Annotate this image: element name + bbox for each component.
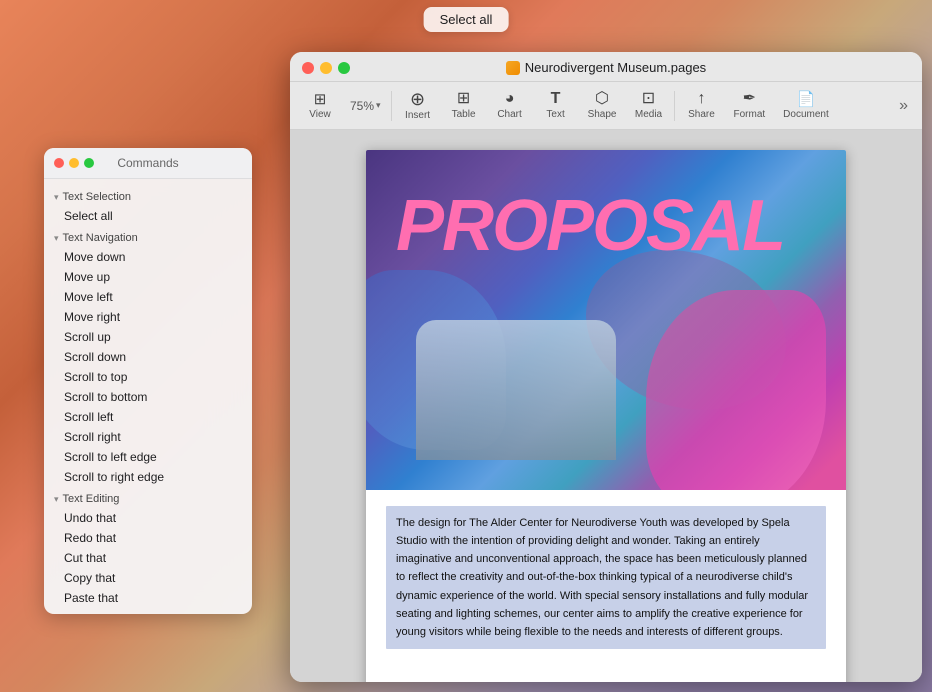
section-text-navigation: ▾ Text Navigation [44,226,252,247]
commands-body: ▾ Text Selection Select all ▾ Text Navig… [44,179,252,614]
toolbar-item-document[interactable]: 📄 Document [775,88,837,124]
maximize-button[interactable] [84,158,94,168]
share-label: Share [688,109,715,120]
window-close-button[interactable] [302,62,314,74]
window-minimize-button[interactable] [320,62,332,74]
document-header-image: PROPOSAL [366,150,846,490]
section-text-editing: ▾ Text Editing [44,487,252,508]
toolbar-divider [674,91,675,121]
commands-title: Commands [117,156,178,170]
command-scroll-right[interactable]: Scroll right [48,427,248,447]
toolbar-item-table[interactable]: ⊞ Table [442,87,486,124]
document-label: Document [783,109,829,120]
document-body: The design for The Alder Center for Neur… [366,490,846,665]
furniture-shape [416,320,616,460]
text-label: Text [546,109,564,120]
table-label: Table [452,109,476,120]
pages-file-icon [506,61,520,75]
text-icon: T [551,91,561,107]
toolbar-item-shape[interactable]: ⬡ Shape [580,87,625,124]
section-label: Text Editing [63,493,120,505]
command-scroll-to-bottom[interactable]: Scroll to bottom [48,387,248,407]
pages-toolbar: ⊞ View 75% ▾ ⊕ Insert ⊞ Table ◕ Chart T … [290,82,922,130]
toolbar-item-text[interactable]: T Text [534,87,578,124]
shape-overlay-pink [646,290,826,490]
chart-icon: ◕ [505,91,515,107]
toolbar-item-share[interactable]: ↑ Share [679,87,723,124]
minimize-button[interactable] [69,158,79,168]
command-select-all[interactable]: Select all [48,206,248,226]
command-undo-that[interactable]: Undo that [48,508,248,528]
toolbar-item-insert[interactable]: ⊕ Insert [396,86,440,125]
toolbar-more-button[interactable]: » [893,93,914,119]
toolbar-item-format[interactable]: ✒ Format [725,87,773,124]
insert-icon: ⊕ [410,90,425,108]
close-button[interactable] [54,158,64,168]
command-scroll-to-left-edge[interactable]: Scroll to left edge [48,447,248,467]
chevron-down-icon: ▾ [54,233,59,244]
insert-label: Insert [405,110,430,121]
pages-titlebar: Neurodivergent Museum.pages [290,52,922,82]
view-icon: ⊞ [314,92,327,107]
toolbar-item-zoom[interactable]: 75% ▾ [344,95,387,117]
command-move-left[interactable]: Move left [48,287,248,307]
toolbar-item-media[interactable]: ⊡ Media [626,87,670,124]
section-text-selection: ▾ Text Selection [44,185,252,206]
chevron-down-icon: ▾ [54,192,59,203]
command-move-down[interactable]: Move down [48,247,248,267]
command-scroll-left[interactable]: Scroll left [48,407,248,427]
command-move-right[interactable]: Move right [48,307,248,327]
pages-content: PROPOSAL The design for The Alder Center… [290,130,922,682]
section-label: Text Selection [63,191,131,203]
toolbar-item-view[interactable]: ⊞ View [298,88,342,124]
command-paste-that[interactable]: Paste that [48,588,248,608]
chevron-down-icon: ▾ [54,494,59,505]
command-redo-that[interactable]: Redo that [48,528,248,548]
selected-text-block: The design for The Alder Center for Neur… [386,506,826,649]
pages-window: Neurodivergent Museum.pages ⊞ View 75% ▾… [290,52,922,682]
toolbar-item-chart[interactable]: ◕ Chart [488,87,532,124]
toolbar-divider [391,91,392,121]
media-label: Media [635,109,662,120]
chevron-down-icon: ▾ [376,100,381,111]
document-icon: 📄 [797,92,816,107]
command-cut-that[interactable]: Cut that [48,548,248,568]
shape-icon: ⬡ [595,91,609,107]
section-label: Text Navigation [63,232,138,244]
table-icon: ⊞ [457,91,470,107]
command-scroll-to-right-edge[interactable]: Scroll to right edge [48,467,248,487]
document-page: PROPOSAL The design for The Alder Center… [366,150,846,682]
command-move-up[interactable]: Move up [48,267,248,287]
format-icon: ✒ [743,91,756,107]
window-maximize-button[interactable] [338,62,350,74]
format-label: Format [733,109,765,120]
zoom-value: 75% [350,99,374,113]
command-scroll-to-top[interactable]: Scroll to top [48,367,248,387]
chart-label: Chart [497,109,521,120]
window-title-text: Neurodivergent Museum.pages [525,60,706,75]
shape-label: Shape [588,109,617,120]
command-scroll-down[interactable]: Scroll down [48,347,248,367]
share-icon: ↑ [697,91,705,107]
select-all-button[interactable]: Select all [424,7,509,32]
command-scroll-up[interactable]: Scroll up [48,327,248,347]
media-icon: ⊡ [642,91,655,107]
window-title: Neurodivergent Museum.pages [506,60,706,75]
command-copy-that[interactable]: Copy that [48,568,248,588]
proposal-heading: PROPOSAL [396,190,784,262]
view-label: View [309,109,331,120]
commands-panel: Commands ▾ Text Selection Select all ▾ T… [44,148,252,614]
commands-titlebar: Commands [44,148,252,179]
